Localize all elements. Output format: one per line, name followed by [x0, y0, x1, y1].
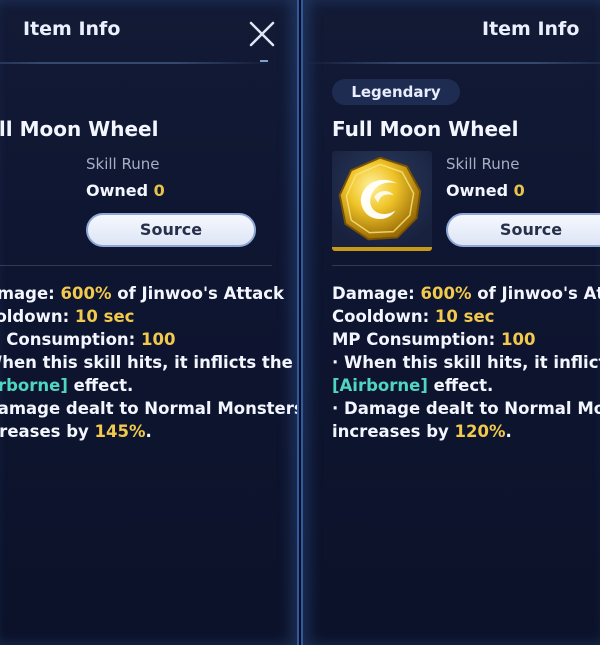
- bonus-value-line: increases by 145%.: [0, 422, 152, 441]
- mp-line: MP Consumption: 100: [0, 330, 176, 349]
- status-effect-line: [Airborne] effect.: [0, 376, 134, 395]
- cooldown-line: Cooldown: 10 sec: [0, 307, 135, 326]
- item-type: Skill Rune: [446, 155, 520, 173]
- item-name: Full Moon Wheel: [0, 117, 159, 141]
- item-name: Full Moon Wheel: [332, 117, 519, 141]
- mp-line: MP Consumption: 100: [332, 330, 536, 349]
- source-button[interactable]: Source: [86, 213, 256, 247]
- item-icon-tile[interactable]: [332, 151, 432, 251]
- hit-effect-line: · When this skill hits, it inflicts the: [0, 353, 293, 372]
- owned-label: Owned: [86, 181, 149, 200]
- header-divider: [0, 62, 273, 64]
- owned-value: 0: [513, 181, 525, 200]
- bonus-line: · Damage dealt to Normal Monsters: [0, 399, 299, 418]
- owned-value: 0: [153, 181, 165, 200]
- bonus-line: · Damage dealt to Normal Monsters: [332, 399, 600, 418]
- header-divider-tick: [260, 60, 268, 62]
- status-effect-line: [Airborne] effect.: [332, 376, 494, 395]
- golden-moon-wheel-icon: [338, 156, 422, 241]
- item-info-panel-right: Item Info Legendary Full Moon Wheel Skil…: [301, 0, 600, 645]
- section-divider: [332, 265, 600, 266]
- close-icon[interactable]: [242, 14, 282, 54]
- damage-line: Damage: 600% of Jinwoo's Attack: [0, 284, 285, 303]
- section-divider: [0, 265, 272, 266]
- owned-count: Owned 0: [446, 181, 525, 200]
- panel-title: Item Info: [23, 18, 121, 40]
- panel-title: Item Info: [482, 18, 580, 40]
- owned-label: Owned: [446, 181, 509, 200]
- item-info-panel-left: Item Info Full Moon Wheel Skill Rune Own…: [0, 0, 299, 645]
- rarity-badge: Legendary: [332, 79, 460, 105]
- bonus-value-line: increases by 120%.: [332, 422, 512, 441]
- header-divider: [303, 62, 600, 64]
- hit-effect-line: · When this skill hits, it inflicts the: [332, 353, 600, 372]
- cooldown-line: Cooldown: 10 sec: [332, 307, 495, 326]
- item-description: Damage: 600% of Jinwoo's Attack Cooldown…: [0, 282, 299, 443]
- item-type: Skill Rune: [86, 155, 160, 173]
- damage-line: Damage: 600% of Jinwoo's Attack: [332, 284, 600, 303]
- source-button[interactable]: Source: [446, 213, 600, 247]
- owned-count: Owned 0: [86, 181, 165, 200]
- item-description: Damage: 600% of Jinwoo's Attack Cooldown…: [332, 282, 600, 443]
